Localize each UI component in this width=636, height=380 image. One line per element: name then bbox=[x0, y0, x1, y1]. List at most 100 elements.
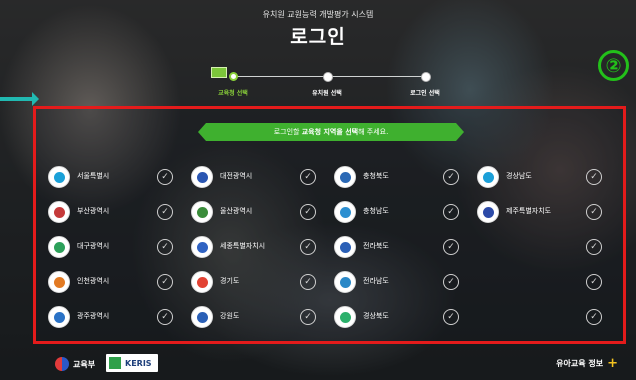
keris-name: KERIS bbox=[125, 358, 152, 368]
region-emblem-icon bbox=[191, 306, 213, 328]
check-circle-icon[interactable]: ✓ bbox=[443, 239, 459, 255]
region-emblem-mark bbox=[196, 171, 208, 183]
region-emblem-mark bbox=[339, 241, 351, 253]
region-emblem-mark bbox=[482, 206, 494, 218]
region-item-empty: ✓ bbox=[473, 231, 616, 266]
book-icon bbox=[211, 67, 227, 78]
region-emblem-icon bbox=[191, 236, 213, 258]
check-circle-icon[interactable]: ✓ bbox=[586, 239, 602, 255]
region-item[interactable]: 세종특별자치시 ✓ bbox=[187, 231, 330, 266]
region-name: 대구광역시 bbox=[77, 242, 110, 250]
step-label: 로그인 선택 bbox=[410, 90, 440, 97]
region-item[interactable]: 서울특별시 ✓ bbox=[44, 161, 187, 196]
region-emblem-icon bbox=[334, 271, 356, 293]
check-circle-icon[interactable]: ✓ bbox=[300, 239, 316, 255]
region-name: 제주특별자치도 bbox=[506, 207, 552, 215]
region-emblem-icon bbox=[334, 201, 356, 223]
region-emblem-icon bbox=[48, 236, 70, 258]
region-emblem-icon bbox=[477, 166, 499, 188]
region-item[interactable]: 제주특별자치도 ✓ bbox=[473, 196, 616, 231]
check-circle-icon[interactable]: ✓ bbox=[157, 204, 173, 220]
instruction-prefix: 로그인할 bbox=[273, 128, 300, 136]
page-title: 로그인 bbox=[290, 26, 346, 48]
region-item[interactable]: 울산광역시 ✓ bbox=[187, 196, 330, 231]
region-emblem-icon bbox=[48, 271, 70, 293]
check-circle-icon[interactable]: ✓ bbox=[300, 169, 316, 185]
instruction-highlight: 교육청 지역을 선택 bbox=[301, 128, 359, 136]
region-emblem-icon bbox=[191, 271, 213, 293]
check-circle-icon[interactable]: ✓ bbox=[586, 309, 602, 325]
region-name: 부산광역시 bbox=[77, 207, 110, 215]
region-name: 충청북도 bbox=[363, 172, 389, 180]
region-emblem-icon bbox=[48, 201, 70, 223]
region-emblem-mark bbox=[339, 276, 351, 288]
region-emblem-mark bbox=[53, 241, 65, 253]
region-item-empty: ✓ bbox=[473, 266, 616, 301]
check-circle-icon[interactable]: ✓ bbox=[157, 169, 173, 185]
region-item[interactable]: 인천광역시 ✓ bbox=[44, 266, 187, 301]
check-circle-icon[interactable]: ✓ bbox=[586, 204, 602, 220]
region-emblem-icon bbox=[334, 306, 356, 328]
check-circle-icon[interactable]: ✓ bbox=[157, 309, 173, 325]
check-circle-icon[interactable]: ✓ bbox=[300, 274, 316, 290]
check-circle-icon[interactable]: ✓ bbox=[443, 274, 459, 290]
instruction-suffix: 해 주세요. bbox=[358, 128, 389, 136]
step-label: 유치원 선택 bbox=[312, 90, 342, 97]
region-name: 경상남도 bbox=[506, 172, 532, 180]
check-circle-icon[interactable]: ✓ bbox=[443, 204, 459, 220]
region-item[interactable]: 충청남도 ✓ bbox=[330, 196, 473, 231]
region-emblem-mark bbox=[53, 206, 65, 218]
region-emblem-icon bbox=[48, 166, 70, 188]
region-item[interactable]: 경기도 ✓ bbox=[187, 266, 330, 301]
check-circle-icon[interactable]: ✓ bbox=[443, 309, 459, 325]
region-item[interactable]: 대구광역시 ✓ bbox=[44, 231, 187, 266]
region-item[interactable]: 강원도 ✓ bbox=[187, 301, 330, 336]
region-emblem-mark bbox=[53, 311, 65, 323]
region-item[interactable]: 전라남도 ✓ bbox=[330, 266, 473, 301]
login-steps: 교육청 선택 유치원 선택 로그인 선택 bbox=[211, 52, 465, 102]
region-name: 인천광역시 bbox=[77, 277, 110, 285]
region-item[interactable]: 충청북도 ✓ bbox=[330, 161, 473, 196]
region-name: 광주광역시 bbox=[77, 312, 110, 320]
system-subtitle: 유치원 교원능력 개발평가 시스템 bbox=[262, 10, 374, 19]
region-name: 세종특별자치시 bbox=[220, 242, 266, 250]
pointer-arrow bbox=[0, 92, 39, 106]
check-circle-icon[interactable]: ✓ bbox=[443, 169, 459, 185]
region-item[interactable]: 경상북도 ✓ bbox=[330, 301, 473, 336]
check-circle-icon[interactable]: ✓ bbox=[157, 274, 173, 290]
region-name: 대전광역시 bbox=[220, 172, 253, 180]
region-emblem-icon bbox=[48, 306, 70, 328]
taegeuk-icon bbox=[55, 357, 69, 371]
check-circle-icon[interactable]: ✓ bbox=[157, 239, 173, 255]
check-circle-icon[interactable]: ✓ bbox=[300, 309, 316, 325]
check-circle-icon[interactable]: ✓ bbox=[586, 169, 602, 185]
region-emblem-icon bbox=[334, 166, 356, 188]
region-item[interactable]: 전라북도 ✓ bbox=[330, 231, 473, 266]
plus-icon: + bbox=[607, 356, 618, 371]
region-emblem-icon bbox=[191, 201, 213, 223]
step-label: 교육청 선택 bbox=[218, 90, 248, 97]
region-item[interactable]: 경상남도 ✓ bbox=[473, 161, 616, 196]
ministry-logo: 교육부 bbox=[55, 357, 95, 371]
instruction-banner: 로그인할 교육청 지역을 선택해 주세요. bbox=[198, 123, 464, 141]
check-circle-icon[interactable]: ✓ bbox=[300, 204, 316, 220]
region-emblem-mark bbox=[339, 171, 351, 183]
region-name: 서울특별시 bbox=[77, 172, 110, 180]
region-name: 경기도 bbox=[220, 277, 240, 285]
keris-mark-icon bbox=[109, 357, 121, 369]
region-name: 전라남도 bbox=[363, 277, 389, 285]
step-number-badge: ② bbox=[598, 50, 629, 81]
region-emblem-icon bbox=[191, 166, 213, 188]
region-item[interactable]: 광주광역시 ✓ bbox=[44, 301, 187, 336]
region-item[interactable]: 부산광역시 ✓ bbox=[44, 196, 187, 231]
region-name: 강원도 bbox=[220, 312, 240, 320]
check-circle-icon[interactable]: ✓ bbox=[586, 274, 602, 290]
region-emblem-mark bbox=[339, 311, 351, 323]
brand-logo: 유아교육 정보 + bbox=[556, 356, 618, 371]
region-selection-panel: 로그인할 교육청 지역을 선택해 주세요. 서울특별시 ✓ 대전광역시 ✓ 충청북도 ✓ 경… bbox=[33, 106, 626, 344]
region-item[interactable]: 대전광역시 ✓ bbox=[187, 161, 330, 196]
region-name: 충청남도 bbox=[363, 207, 389, 215]
region-emblem-mark bbox=[196, 206, 208, 218]
region-emblem-icon bbox=[334, 236, 356, 258]
region-item-empty: ✓ bbox=[473, 301, 616, 336]
